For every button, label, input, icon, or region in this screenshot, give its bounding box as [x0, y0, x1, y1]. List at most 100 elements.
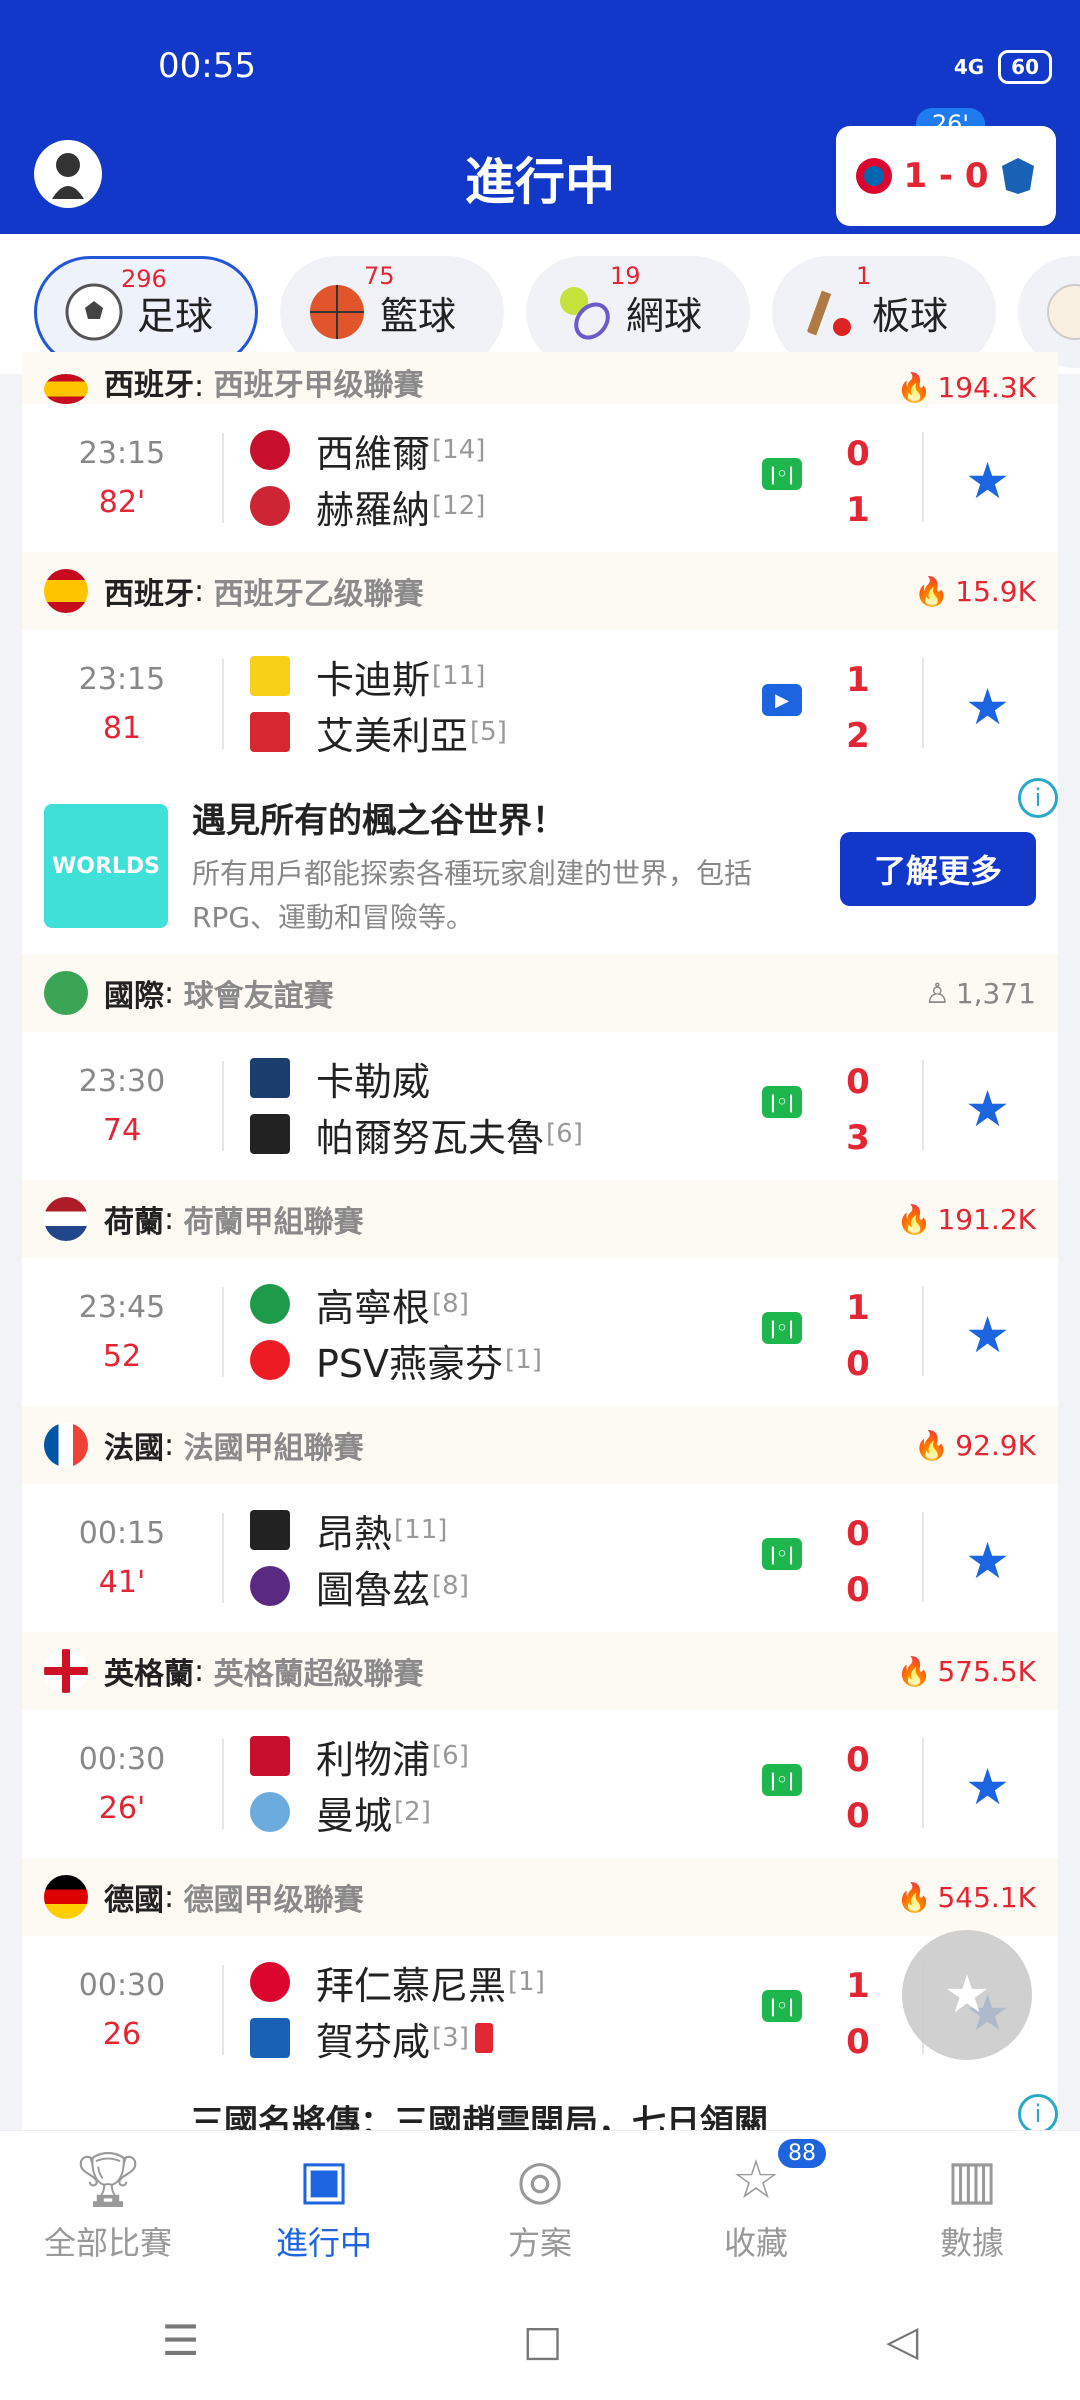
- floating-action-button[interactable]: ★: [902, 1930, 1032, 2060]
- match-minute: 26: [102, 2017, 142, 2052]
- match-time: 00:30 26': [22, 1742, 222, 1826]
- team-crest-icon: [250, 1566, 290, 1606]
- match-row[interactable]: 00:15 41' 昂熱 [11] 圖魯茲 [8] |◦| 00 ★: [22, 1484, 1058, 1632]
- divider: [922, 1512, 924, 1602]
- home-icon[interactable]: □: [523, 2316, 563, 2365]
- team-crest-icon: [250, 2018, 290, 2058]
- team-crest-icon: [250, 1340, 290, 1380]
- tab-count: 296: [121, 265, 167, 293]
- team-name: 卡迪斯: [316, 657, 431, 702]
- league-heat: 🔥 575.5K: [897, 1655, 1036, 1688]
- live-stats-icon[interactable]: |◦|: [762, 1312, 802, 1344]
- live-score-card[interactable]: 1 - 0: [836, 126, 1056, 226]
- live-score: 1 - 0: [903, 156, 989, 196]
- kickoff-time: 00:30: [78, 1742, 166, 1777]
- league-header[interactable]: 荷蘭: 荷蘭甲組聯賽 🔥 191.2K: [22, 1180, 1058, 1258]
- live-stats-icon[interactable]: |◦|: [762, 458, 802, 490]
- league-header[interactable]: 西班牙: 西班牙甲级聯賽 🔥 194.3K: [22, 352, 1058, 404]
- scores: 03: [838, 1054, 878, 1166]
- team-crest-icon: [250, 1510, 290, 1550]
- nav-label: 全部比賽: [43, 2223, 172, 2262]
- league-name: 德國甲级聯賽: [183, 1883, 364, 1918]
- kickoff-time: 23:45: [78, 1290, 166, 1325]
- match-row[interactable]: 23:30 74 卡勒威 帕爾努瓦夫魯 [6] |◦| 03 ★: [22, 1032, 1058, 1180]
- home-team: 高寧根 [8]: [250, 1276, 1058, 1332]
- team-rank: [8]: [432, 1571, 469, 1601]
- kickoff-time: 00:15: [78, 1516, 166, 1551]
- nav-live[interactable]: ▣ 進行中: [216, 2131, 432, 2280]
- teams: 昂熱 [11] 圖魯茲 [8]: [224, 1502, 1058, 1614]
- match-time: 00:15 41': [22, 1516, 222, 1600]
- match-row[interactable]: 00:3026 拜仁慕尼黑[1] 賀芬咸[3] |◦| 10 ★: [22, 1936, 1058, 2084]
- person-icon: ♙: [924, 976, 950, 1010]
- ad-info-icon[interactable]: i: [1018, 2094, 1058, 2134]
- live-stats-icon[interactable]: |◦|: [762, 1990, 802, 2022]
- league-header[interactable]: 英格蘭: 英格蘭超級聯賽 🔥 575.5K: [22, 1632, 1058, 1710]
- favorite-star-icon[interactable]: ★: [965, 1306, 1010, 1364]
- league-header[interactable]: 西班牙: 西班牙乙级聯賽 🔥 15.9K: [22, 552, 1058, 630]
- scores: 01: [838, 426, 878, 538]
- away-score: 1: [846, 490, 870, 530]
- team-name: 帕爾努瓦夫魯: [316, 1115, 545, 1160]
- match-row[interactable]: 00:30 26' 利物浦 [6] 曼城 [2] |◦| 00 ★: [22, 1710, 1058, 1858]
- home-score: 1: [846, 1288, 870, 1328]
- home-team: 昂熱 [11]: [250, 1502, 1058, 1558]
- favorite-star-icon[interactable]: ★: [965, 1080, 1010, 1138]
- menu-icon[interactable]: ☰: [162, 2316, 200, 2365]
- back-icon[interactable]: ◁: [886, 2316, 918, 2365]
- match-row[interactable]: 23:45 52 高寧根 [8] PSV燕豪芬 [1] |◦| 10 ★: [22, 1258, 1058, 1406]
- live-stats-icon[interactable]: |◦|: [762, 1764, 802, 1796]
- nav-all-matches[interactable]: 🏆︎ 全部比賽: [0, 2131, 216, 2280]
- live-stats-icon[interactable]: |◦|: [762, 1538, 802, 1570]
- league-header[interactable]: 國際: 球會友誼賽 ♙ 1,371: [22, 954, 1058, 1032]
- team-crest-icon: [250, 1962, 290, 2002]
- live-stats-icon[interactable]: |◦|: [762, 1086, 802, 1118]
- ad-info-icon[interactable]: i: [1018, 778, 1058, 818]
- match-time: 23:15 82': [22, 436, 222, 520]
- heat-value: 191.2K: [937, 1202, 1036, 1236]
- ad-banner[interactable]: WORLDS 遇見所有的楓之谷世界！ 所有用戶都能探索各種玩家創建的世界，包括R…: [22, 778, 1058, 954]
- league-heat: 🔥 191.2K: [897, 1203, 1036, 1236]
- favorite-star-icon[interactable]: ★: [965, 452, 1010, 510]
- divider: [922, 1738, 924, 1828]
- match-minute: 41': [98, 1565, 146, 1600]
- tab-label: 網球: [626, 293, 703, 338]
- team-crest-icon: [250, 1792, 290, 1832]
- nav-data[interactable]: ▥ 數據: [864, 2131, 1080, 2280]
- favorite-star-icon[interactable]: ★: [965, 1758, 1010, 1816]
- league-country: 法國: [104, 1431, 164, 1466]
- favorite-star-icon[interactable]: ★: [965, 1532, 1010, 1590]
- match-row[interactable]: 23:15 82' 西維爾 [14] 赫羅納 [12] |◦| 01 ★: [22, 404, 1058, 552]
- ad-learn-more-button[interactable]: 了解更多: [840, 832, 1036, 906]
- ad-body: 所有用戶都能探索各種玩家創建的世界，包括RPG、運動和冒險等。: [192, 856, 753, 934]
- favorite-star-icon[interactable]: ★: [965, 678, 1010, 736]
- heat-value: 1,371: [955, 976, 1036, 1010]
- league-header[interactable]: 法國: 法國甲組聯賽 🔥 92.9K: [22, 1406, 1058, 1484]
- match-row[interactable]: 23:15 81 卡迪斯 [11] 艾美利亞 [5] ▶ 12 ★: [22, 630, 1058, 778]
- scores: 12: [838, 652, 878, 764]
- divider: [922, 1286, 924, 1376]
- team-name: 圖魯茲: [316, 1567, 431, 1612]
- match-minute: 81: [102, 711, 142, 746]
- team-rank: [6]: [546, 1119, 583, 1149]
- away-team: 赫羅納 [12]: [250, 478, 1058, 534]
- league-name: 西班牙甲级聯賽: [213, 368, 424, 403]
- team-rank: [3]: [432, 2023, 469, 2053]
- kickoff-time: 23:15: [78, 436, 166, 471]
- team-rank: [1]: [508, 1967, 545, 1997]
- cricket-icon: [806, 290, 851, 336]
- home-team: 卡勒威: [250, 1050, 1058, 1106]
- nav-favorites[interactable]: ☆ 88 收藏: [648, 2131, 864, 2280]
- video-play-icon[interactable]: ▶: [762, 684, 802, 716]
- home-score: 0: [846, 1062, 870, 1102]
- ad-text: 遇見所有的楓之谷世界！ 所有用戶都能探索各種玩家創建的世界，包括RPG、運動和冒…: [192, 793, 812, 940]
- divider: [922, 658, 924, 748]
- league-country: 英格蘭: [104, 1657, 194, 1692]
- nav-plans[interactable]: ◎ 方案: [432, 2131, 648, 2280]
- away-score: 0: [846, 1570, 870, 1610]
- league-name: 法國甲組聯賽: [183, 1431, 364, 1466]
- team-rank: [1]: [505, 1345, 542, 1375]
- team-rank: [11]: [394, 1515, 448, 1545]
- teams: 西維爾 [14] 赫羅納 [12]: [224, 422, 1058, 534]
- league-header[interactable]: 德國: 德國甲级聯賽 🔥 545.1K: [22, 1858, 1058, 1936]
